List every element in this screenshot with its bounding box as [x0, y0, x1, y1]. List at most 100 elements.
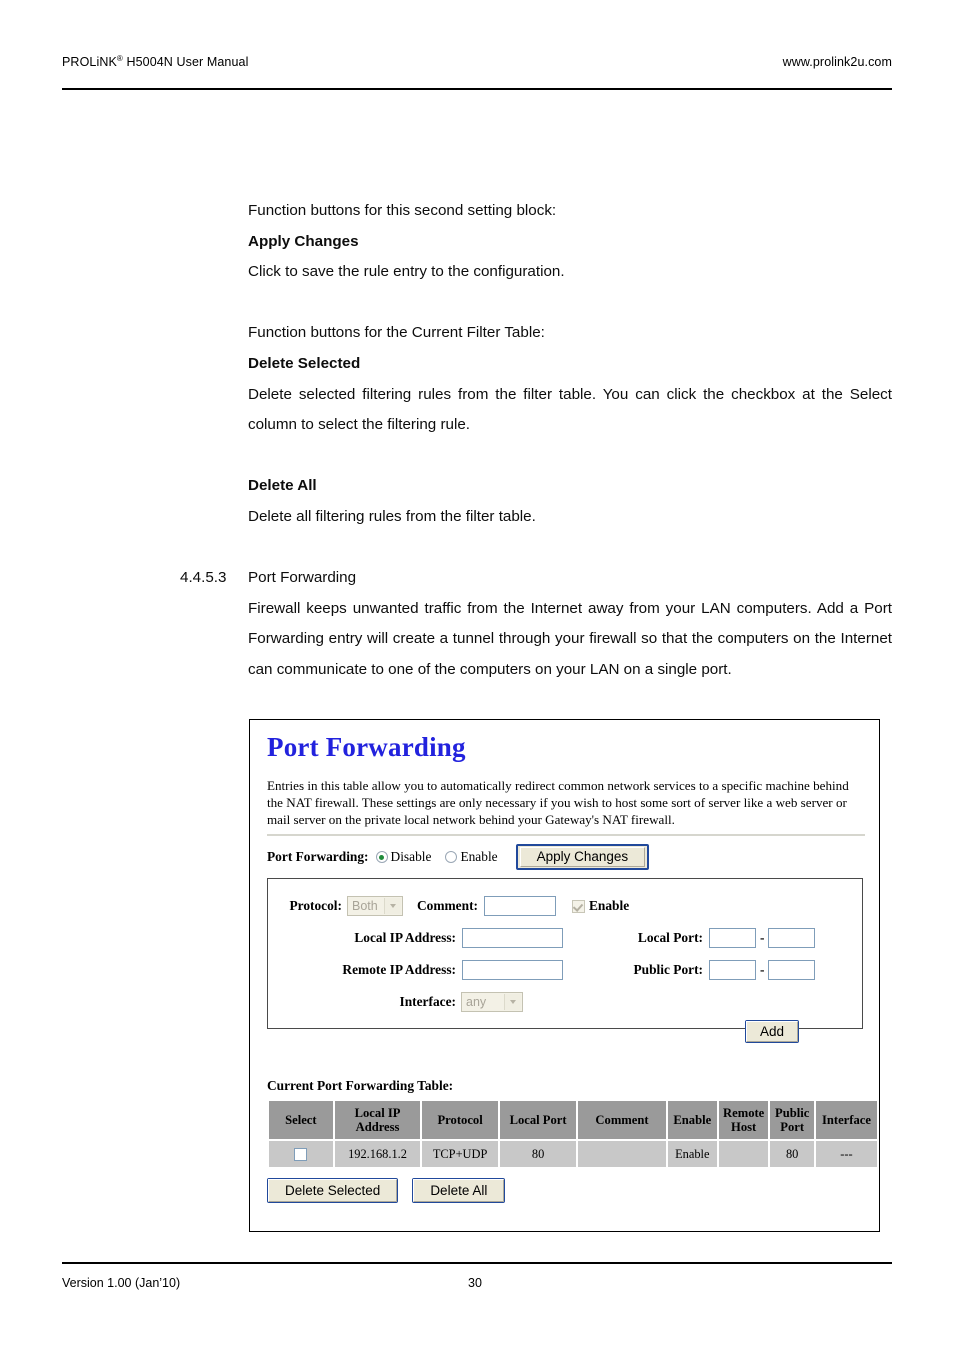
local-ip-input[interactable] — [462, 928, 563, 948]
table-header-row: Select Local IP Address Protocol Local P… — [269, 1101, 877, 1139]
chevron-down-icon — [504, 994, 521, 1010]
manual-title: PROLiNK® H5004N User Manual — [62, 54, 248, 69]
remote-ip-input[interactable] — [462, 960, 563, 980]
delete-selected-button-label: Delete Selected — [268, 1179, 398, 1202]
protocol-select[interactable]: Both — [347, 896, 403, 916]
paragraph-apply-changes-desc: Click to save the rule entry to the conf… — [248, 263, 565, 281]
radio-enable[interactable]: Enable — [445, 849, 498, 865]
form-row-interface: Interface: any — [280, 992, 523, 1012]
comment-label: Comment: — [417, 898, 478, 913]
row-local-ip: 192.168.1.2 — [334, 1141, 421, 1167]
local-port-group: Local Port: - — [625, 928, 816, 948]
table-action-buttons: Delete Selected Delete All — [267, 1178, 519, 1203]
local-port-to-input[interactable] — [768, 928, 816, 948]
row-enable: Enable — [667, 1141, 717, 1167]
heading-delete-selected: Delete Selected — [248, 354, 361, 372]
document-page: PROLiNK® H5004N User Manual www.prolink2… — [0, 0, 954, 1350]
row-interface: --- — [815, 1141, 877, 1167]
table-row: 192.168.1.2 TCP+UDP 80 Enable 80 --- — [269, 1141, 877, 1167]
comment-input[interactable] — [483, 896, 556, 916]
add-button-label: Add — [746, 1021, 799, 1042]
local-port-from-input[interactable] — [709, 928, 756, 948]
running-head: PROLiNK® H5004N User Manual www.prolink2… — [62, 54, 892, 69]
apply-changes-button[interactable]: Apply Changes — [515, 844, 650, 870]
port-forwarding-label: Port Forwarding: — [267, 849, 369, 864]
delete-selected-button[interactable]: Delete Selected — [267, 1178, 399, 1203]
interface-label: Interface: — [399, 994, 456, 1009]
table-header-remote-host: Remote Host — [718, 1101, 769, 1139]
footer-version: Version 1.00 (Jan’10) — [62, 1276, 181, 1290]
row-local-port: 80 — [499, 1141, 577, 1167]
port-forwarding-form-fieldset: Protocol: Both Comment: Enable Local IP … — [267, 878, 863, 1029]
radio-disable[interactable]: Disable — [375, 849, 432, 865]
table-header-public-port: Public Port — [770, 1101, 814, 1139]
add-button[interactable]: Add — [745, 1020, 800, 1043]
protocol-label: Protocol: — [289, 898, 342, 913]
form-row-local-ip: Local IP Address: Local Port: - — [280, 928, 816, 948]
screenshot-divider — [267, 834, 865, 836]
radio-enable-indicator[interactable] — [445, 851, 458, 863]
form-row-protocol: Protocol: Both Comment: Enable — [280, 896, 629, 916]
table-header-comment: Comment — [578, 1101, 666, 1139]
remote-ip-label: Remote IP Address: — [342, 962, 456, 977]
heading-delete-all: Delete All — [248, 477, 317, 495]
port-forwarding-toggle-row: Port Forwarding: Disable Enable Apply Ch… — [267, 844, 650, 870]
row-protocol: TCP+UDP — [422, 1141, 498, 1167]
paragraph-spacer-3 — [180, 533, 892, 564]
paragraph-spacer-2 — [180, 441, 892, 472]
current-table-caption: Current Port Forwarding Table: — [267, 1078, 454, 1093]
protocol-select-value: Both — [352, 899, 378, 913]
embedded-router-screenshot: Port Forwarding Entries in this table al… — [249, 719, 880, 1232]
delete-all-button[interactable]: Delete All — [412, 1178, 506, 1203]
enable-checkbox-wrap[interactable]: Enable — [571, 898, 630, 914]
row-select-cell[interactable] — [269, 1141, 333, 1167]
interface-select[interactable]: any — [461, 992, 523, 1012]
paragraph-port-forwarding-desc: Firewall keeps unwanted traffic from the… — [248, 599, 892, 678]
table-header-select: Select — [269, 1101, 333, 1139]
local-port-label: Local Port: — [637, 930, 703, 945]
paragraph-function-buttons-second: Function buttons for this second setting… — [248, 202, 557, 219]
site-url: www.prolink2u.com — [782, 55, 892, 70]
row-public-port: 80 — [770, 1141, 814, 1167]
public-port-from-input[interactable] — [709, 960, 756, 980]
apply-changes-button-label: Apply Changes — [519, 847, 646, 867]
paragraph-spacer-1 — [180, 288, 892, 319]
enable-checkbox-label: Enable — [588, 898, 630, 913]
radio-disable-label: Disable — [390, 849, 432, 864]
radio-enable-label: Enable — [460, 849, 498, 864]
table-header-interface: Interface — [815, 1101, 877, 1139]
header-divider — [62, 88, 892, 90]
section-heading: 4.4.5.3 Port Forwarding — [180, 563, 892, 594]
heading-apply-changes: Apply Changes — [248, 232, 359, 250]
row-select-checkbox[interactable] — [294, 1148, 308, 1162]
local-ip-label: Local IP Address: — [354, 930, 456, 945]
public-port-range-dash: - — [760, 962, 765, 977]
local-port-range-dash: - — [760, 930, 765, 945]
interface-select-value: any — [466, 995, 487, 1009]
manual-title-brand: PROLiNK — [62, 55, 117, 70]
section-title: Port Forwarding — [248, 569, 357, 587]
delete-all-button-label: Delete All — [413, 1179, 505, 1202]
table-header-enable: Enable — [667, 1101, 717, 1139]
current-port-forwarding-table: Select Local IP Address Protocol Local P… — [267, 1099, 879, 1169]
table-header-local-port: Local Port — [499, 1101, 577, 1139]
paragraph-delete-selected-desc: Delete selected filtering rules from the… — [248, 385, 892, 434]
manual-title-rest: H5004N User Manual — [122, 55, 249, 70]
enable-checkbox[interactable] — [571, 899, 585, 913]
paragraph-function-buttons-filter-table: Function buttons for the Current Filter … — [248, 324, 545, 342]
table-header-local-ip: Local IP Address — [334, 1101, 421, 1139]
chevron-down-icon — [384, 898, 401, 914]
public-port-to-input[interactable] — [768, 960, 816, 980]
radio-disable-indicator[interactable] — [375, 851, 388, 863]
screenshot-description: Entries in this table allow you to autom… — [267, 778, 849, 828]
form-row-remote-ip: Remote IP Address: Public Port: - — [280, 960, 816, 980]
footer-divider — [62, 1262, 892, 1264]
paragraph-delete-all-desc: Delete all filtering rules from the filt… — [248, 507, 536, 525]
footer-page-number: 30 — [468, 1276, 482, 1290]
row-remote-host — [718, 1141, 769, 1167]
screenshot-page-title: Port Forwarding — [267, 732, 466, 762]
body-copy: Function buttons for this second setting… — [180, 196, 892, 686]
public-port-label: Public Port: — [633, 962, 703, 977]
section-number: 4.4.5.3 — [180, 569, 227, 587]
public-port-group: Public Port: - — [625, 960, 816, 980]
